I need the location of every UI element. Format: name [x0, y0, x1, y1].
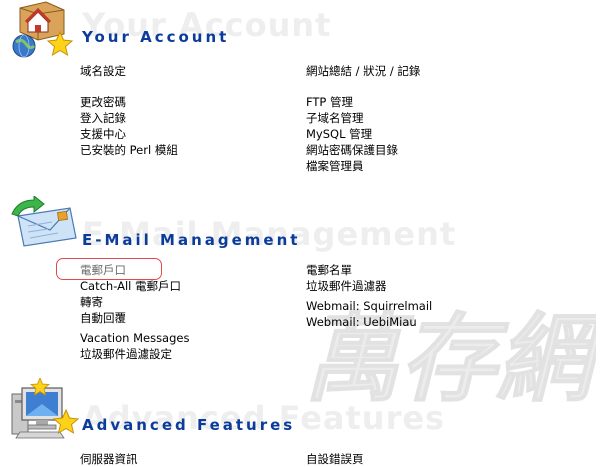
link-vacation-messages[interactable]: Vacation Messages	[80, 330, 189, 346]
email-right-links: 電郵名單 垃圾郵件過濾器 Webmail: Squirrelmail Webma…	[306, 262, 432, 330]
email-left-links: 電郵戶口 Catch-All 電郵戶口 轉寄 自動回覆 Vacation Mes…	[80, 262, 189, 362]
account-right-links: 網站總結 / 狀況 / 記錄 FTP 管理 子域名管理 MySQL 管理 網站密…	[306, 63, 420, 174]
email-envelope-icon	[11, 196, 77, 247]
link-perl-modules[interactable]: 已安裝的 Perl 模組	[80, 142, 178, 158]
link-mailing-lists[interactable]: 電郵名單	[306, 262, 432, 278]
account-section-title: Your Account	[82, 28, 230, 46]
link-domain-settings[interactable]: 域名設定	[80, 63, 178, 79]
link-spam-filter-settings[interactable]: 垃圾郵件過濾設定	[80, 346, 189, 362]
link-support-center[interactable]: 支援中心	[80, 126, 178, 142]
house-globe-star-icon	[12, 1, 74, 58]
link-forwarders[interactable]: 轉寄	[80, 294, 189, 310]
link-subdomain-management[interactable]: 子域名管理	[306, 110, 420, 126]
link-file-manager[interactable]: 檔案管理員	[306, 158, 420, 174]
link-custom-error-pages[interactable]: 自設錯誤頁	[306, 451, 364, 467]
link-change-password[interactable]: 更改密碼	[80, 94, 178, 110]
link-webmail-squirrelmail[interactable]: Webmail: Squirrelmail	[306, 298, 432, 314]
advanced-section-title: Advanced Features	[82, 416, 296, 434]
link-password-protected-dirs[interactable]: 網站密碼保護目錄	[306, 142, 420, 158]
link-ftp-management[interactable]: FTP 管理	[306, 94, 420, 110]
link-mysql-management[interactable]: MySQL 管理	[306, 126, 420, 142]
link-spam-filters[interactable]: 垃圾郵件過濾器	[306, 278, 432, 294]
account-left-links: 域名設定 更改密碼 登入記錄 支援中心 已安裝的 Perl 模組	[80, 63, 178, 158]
link-login-history[interactable]: 登入記錄	[80, 110, 178, 126]
advanced-right-links: 自設錯誤頁	[306, 451, 364, 467]
link-webmail-uebimiau[interactable]: Webmail: UebiMiau	[306, 314, 432, 330]
link-autoresponders[interactable]: 自動回覆	[80, 310, 189, 326]
email-section-title: E-Mail Management	[82, 231, 301, 249]
link-server-info[interactable]: 伺服器資訊	[80, 451, 138, 467]
link-site-summary[interactable]: 網站總結 / 狀況 / 記錄	[306, 63, 420, 79]
link-email-accounts[interactable]: 電郵戶口	[80, 262, 189, 278]
computer-monitor-star-icon	[11, 378, 80, 439]
link-catch-all-email[interactable]: Catch-All 電郵戶口	[80, 278, 189, 294]
advanced-left-links: 伺服器資訊	[80, 451, 138, 467]
